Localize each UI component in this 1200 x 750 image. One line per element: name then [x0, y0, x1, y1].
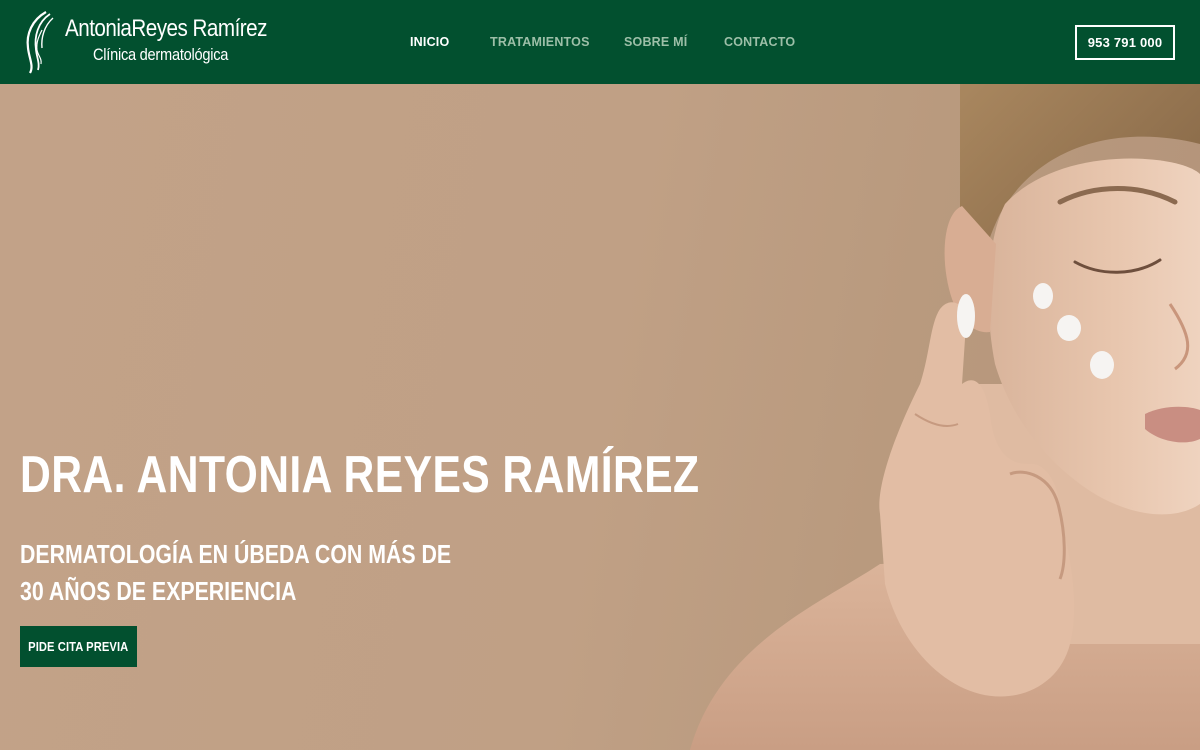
nav-item-tratamientos[interactable]: TRATAMIENTOS: [490, 35, 590, 49]
hero-woman-image: [690, 84, 1200, 750]
hero-title: DRA. ANTONIA REYES RAMÍREZ: [20, 446, 700, 504]
book-appointment-label: PIDE CITA PREVIA: [28, 639, 129, 654]
nav-item-contacto[interactable]: CONTACTO: [724, 35, 795, 49]
hero-subtitle-line-1: DERMATOLOGÍA EN ÚBEDA CON MÁS DE: [20, 539, 452, 569]
nav-item-inicio[interactable]: INICIO: [410, 35, 449, 49]
hero-subtitle: DERMATOLOGÍA EN ÚBEDA CON MÁS DE 30 AÑOS…: [20, 536, 451, 610]
hero-subtitle-line-2: 30 AÑOS DE EXPERIENCIA: [20, 576, 297, 606]
phone-button[interactable]: 953 791 000: [1075, 25, 1175, 60]
site-header: AntoniaReyes Ramírez Clínica dermatológi…: [0, 0, 1200, 84]
brand-name: AntoniaReyes Ramírez: [65, 15, 267, 42]
woman-profile-icon: [26, 11, 54, 74]
hero-section: DRA. ANTONIA REYES RAMÍREZ DERMATOLOGÍA …: [0, 84, 1200, 750]
brand-logo[interactable]: AntoniaReyes Ramírez Clínica dermatológi…: [22, 10, 267, 74]
book-appointment-button[interactable]: PIDE CITA PREVIA: [20, 626, 137, 667]
brand-tagline: Clínica dermatológica: [93, 45, 229, 64]
phone-number: 953 791 000: [1087, 35, 1163, 50]
nav-item-sobre-mi[interactable]: SOBRE MÍ: [624, 35, 687, 49]
